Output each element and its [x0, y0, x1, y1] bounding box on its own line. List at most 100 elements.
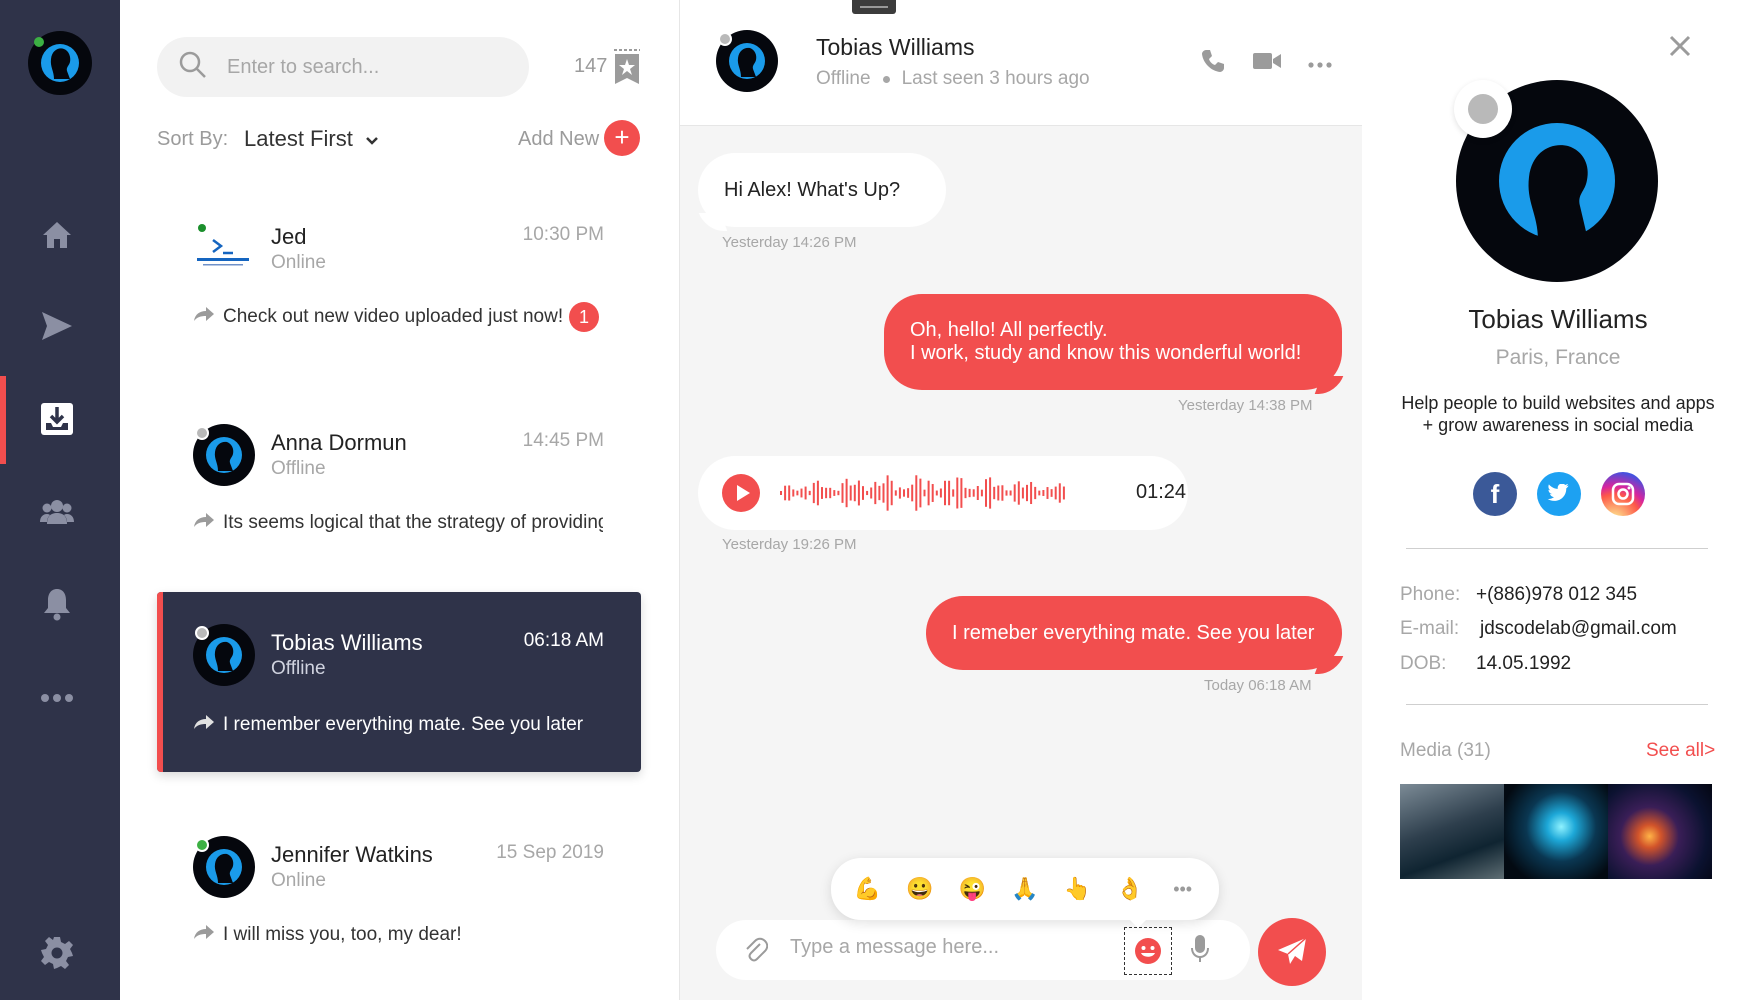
waveform-bar — [939, 488, 942, 498]
inbox-icon[interactable] — [36, 398, 78, 440]
contact-count: 147 — [574, 55, 608, 77]
waveform-bar — [1046, 487, 1049, 499]
play-icon[interactable] — [722, 474, 760, 512]
search-input[interactable] — [227, 55, 487, 79]
more-emojis-icon[interactable]: ••• — [1166, 879, 1200, 900]
waveform-bar — [1042, 490, 1045, 496]
app-logo[interactable] — [28, 31, 92, 95]
emoji-winking-tongue[interactable]: 😜 — [955, 876, 989, 902]
waveform-bar — [964, 487, 967, 499]
waveform-bar — [1062, 486, 1065, 500]
drag-handle[interactable] — [852, 0, 896, 14]
waveform-bar — [972, 489, 975, 497]
send-button[interactable] — [1258, 918, 1326, 986]
emoji-ok-hand[interactable]: 👌 — [1113, 876, 1147, 902]
contact-list-panel: 147 Sort By: Latest First Add New + Jed … — [120, 0, 680, 1000]
media-thumbnail[interactable] — [1608, 784, 1712, 879]
conversation-item-anna-dormun[interactable]: Anna Dormun Offline 14:45 PM Its seems l… — [157, 394, 641, 574]
waveform-bar — [985, 479, 987, 507]
paperclip-icon[interactable] — [744, 936, 769, 969]
more-options-icon[interactable] — [1308, 55, 1332, 73]
emoji-folded-hands[interactable]: 🙏 — [1008, 876, 1042, 902]
compose-field[interactable] — [716, 920, 1250, 980]
incoming-message[interactable]: Hi Alex! What's Up? — [698, 153, 946, 227]
phone-value[interactable]: +(886)978 012 345 — [1476, 584, 1637, 606]
profile-location: Paris, France — [1495, 346, 1621, 369]
waveform-bar — [804, 486, 807, 500]
audio-waveform[interactable] — [780, 468, 1100, 518]
microphone-icon[interactable] — [1190, 934, 1210, 969]
close-icon[interactable] — [1668, 34, 1692, 63]
waveform-bar — [1017, 481, 1020, 505]
waveform-bar — [878, 485, 881, 501]
waveform-bar — [829, 487, 832, 499]
waveform-bar — [1009, 490, 1012, 496]
more-icon[interactable] — [36, 677, 78, 719]
add-new-label[interactable]: Add New — [518, 128, 599, 151]
avatar — [193, 218, 255, 280]
waveform-bar — [1034, 486, 1037, 500]
phone-icon[interactable] — [1200, 48, 1226, 79]
message-timestamp: Yesterday 14:38 PM — [1178, 397, 1313, 414]
twitter-icon[interactable] — [1537, 472, 1581, 516]
outgoing-message[interactable]: Oh, hello! All perfectly. I work, study … — [884, 294, 1342, 390]
media-thumbnail[interactable] — [1504, 784, 1608, 879]
waveform-bar — [800, 488, 803, 498]
unread-badge: 1 — [569, 302, 599, 332]
waveform-bar — [948, 480, 951, 506]
home-icon[interactable] — [36, 214, 78, 256]
emoji-flexed-biceps[interactable]: 💪 — [850, 876, 884, 902]
waveform-bar — [1026, 484, 1028, 502]
conversation-item-jennifer-watkins[interactable]: Jennifer Watkins Online 15 Sep 2019 I wi… — [157, 806, 641, 986]
conversation-item-tobias-williams[interactable]: Tobias Williams Offline 06:18 AM I remem… — [157, 592, 641, 772]
media-thumbnail[interactable] — [1400, 784, 1504, 879]
video-call-icon[interactable] — [1252, 51, 1282, 76]
chat-avatar[interactable] — [716, 30, 778, 92]
message-preview: I remember everything mate. See you late… — [193, 714, 603, 736]
waveform-bar — [1005, 490, 1008, 496]
nav-rail — [0, 0, 120, 1000]
message-text: Hi Alex! What's Up? — [724, 178, 901, 201]
separator-dot — [882, 75, 890, 83]
sort-dropdown[interactable]: Latest First — [244, 126, 379, 152]
waveform-bar — [960, 478, 963, 508]
waveform-bar — [894, 490, 897, 496]
message-text-line-1: Oh, hello! All perfectly. — [910, 319, 1108, 341]
search-box[interactable] — [157, 37, 529, 97]
message-preview: I will miss you, too, my dear! — [193, 924, 603, 946]
email-value[interactable]: jdscodelab@gmail.com — [1480, 618, 1677, 640]
waveform-bar — [792, 489, 795, 497]
emoji-picker-button[interactable] — [1124, 927, 1172, 975]
message-input[interactable] — [790, 936, 1110, 959]
outgoing-message[interactable]: I remeber everything mate. See you later — [926, 596, 1342, 670]
facebook-icon[interactable]: f — [1473, 472, 1517, 516]
waveform-bar — [870, 487, 873, 499]
contact-name: Jed — [271, 224, 307, 249]
see-all-link[interactable]: See all> — [1646, 740, 1715, 762]
chat-contact-status: Offline Last seen 3 hours ago — [816, 68, 1090, 90]
bell-icon[interactable] — [36, 583, 78, 625]
waveform-bar — [837, 490, 840, 496]
forward-icon — [193, 924, 215, 946]
send-icon[interactable] — [36, 305, 78, 347]
conversation-item-jed[interactable]: Jed Online 10:30 PM Check out new video … — [157, 188, 641, 368]
waveform-bar — [812, 482, 815, 504]
emoji-grinning[interactable]: 😀 — [903, 876, 937, 902]
dob-row: DOB: 14.05.1992 — [1400, 653, 1571, 675]
status-dot — [195, 838, 209, 852]
emoji-pointing-up[interactable]: 👆 — [1061, 876, 1095, 902]
waveform-bar — [976, 486, 979, 500]
users-icon[interactable] — [36, 491, 78, 533]
preview-text: I remember everything mate. See you late… — [223, 714, 584, 735]
status-dot — [1454, 80, 1512, 138]
waveform-bar — [915, 475, 918, 511]
waveform-bar — [788, 485, 791, 501]
starred-icon[interactable] — [613, 49, 641, 90]
waveform-bar — [935, 490, 938, 496]
add-new-button[interactable]: + — [604, 120, 640, 156]
dob-value: 14.05.1992 — [1476, 653, 1572, 674]
gear-icon[interactable] — [36, 932, 78, 974]
active-nav-indicator — [0, 376, 6, 464]
phone-row: Phone: +(886)978 012 345 — [1400, 584, 1637, 606]
instagram-icon[interactable] — [1601, 472, 1645, 516]
